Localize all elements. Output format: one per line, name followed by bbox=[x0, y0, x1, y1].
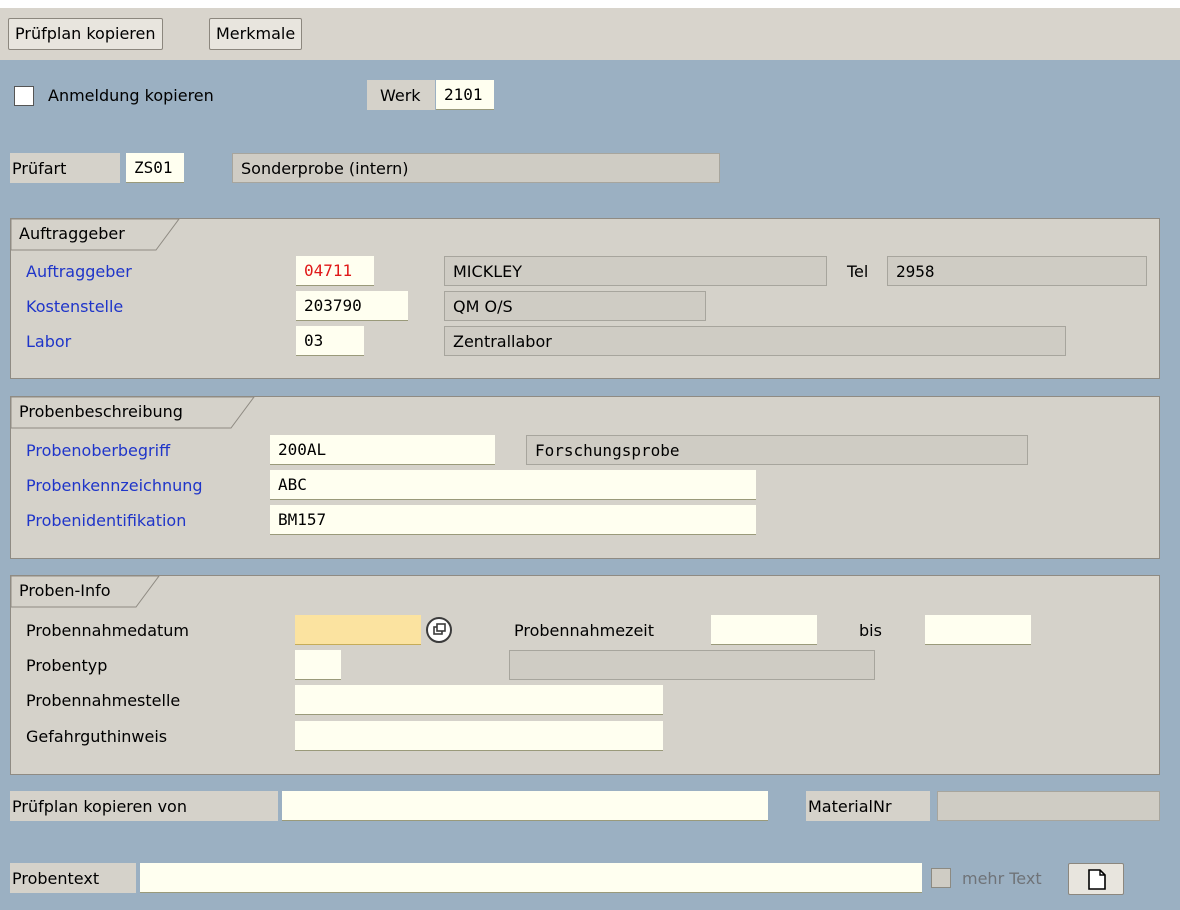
proben-info-group-title: Proben-Info bbox=[19, 581, 111, 600]
gefahrguthinweis-label: Gefahrguthinweis bbox=[26, 727, 168, 746]
bis-label: bis bbox=[859, 621, 882, 640]
application-toolbar: Prüfplan kopieren Merkmale bbox=[0, 8, 1180, 61]
pruefplan-kopieren-button[interactable]: Prüfplan kopieren bbox=[8, 18, 163, 50]
bis-input[interactable] bbox=[925, 615, 1031, 645]
pruefplan-kopieren-von-input[interactable] bbox=[282, 791, 768, 821]
dynpro-area: Anmeldung kopieren Werk 2101 Prüfart ZS0… bbox=[0, 60, 1180, 910]
probentext-label: Probentext bbox=[12, 869, 100, 888]
proben-info-group: Proben-Info Probennahmedatum Probennahme… bbox=[10, 575, 1160, 775]
auftraggeber-group-title: Auftraggeber bbox=[19, 224, 125, 243]
probenkennzeichnung-label[interactable]: Probenkennzeichnung bbox=[26, 471, 203, 501]
kostenstelle-input[interactable]: 203790 bbox=[296, 291, 408, 321]
anmeldung-kopieren-checkbox[interactable] bbox=[14, 86, 34, 106]
werk-label: Werk bbox=[380, 86, 421, 105]
new-document-icon bbox=[1088, 869, 1106, 890]
probenidentifikation-input[interactable]: BM157 bbox=[270, 505, 756, 535]
probenoberbegriff-text: Forschungsprobe bbox=[526, 435, 1028, 465]
probentyp-label: Probentyp bbox=[26, 656, 108, 675]
probennahmezeit-input[interactable] bbox=[711, 615, 817, 645]
anmeldung-kopieren-label: Anmeldung kopieren bbox=[48, 86, 214, 105]
materialnr-label: MaterialNr bbox=[808, 797, 892, 816]
auftraggeber-input[interactable]: 04711 bbox=[296, 256, 374, 286]
probenbeschreibung-group: Probenbeschreibung Probenoberbegriff 200… bbox=[10, 396, 1160, 559]
probentext-input[interactable] bbox=[140, 863, 922, 893]
new-document-button[interactable] bbox=[1068, 863, 1124, 895]
auftraggeber-label[interactable]: Auftraggeber bbox=[26, 257, 132, 287]
auftraggeber-name: MICKLEY bbox=[444, 256, 827, 286]
probennahmedatum-label: Probennahmedatum bbox=[26, 621, 189, 640]
sap-screen: Prüfplan kopieren Merkmale Anmeldung kop… bbox=[0, 0, 1180, 910]
kostenstelle-label[interactable]: Kostenstelle bbox=[26, 292, 123, 322]
labor-label[interactable]: Labor bbox=[26, 327, 71, 357]
tel-label: Tel bbox=[847, 262, 869, 281]
auftraggeber-group: Auftraggeber Auftraggeber 04711 MICKLEY … bbox=[10, 218, 1160, 379]
probentyp-text bbox=[509, 650, 875, 680]
mehr-text-checkbox bbox=[931, 868, 951, 888]
pruefart-label: Prüfart bbox=[12, 159, 67, 178]
merkmale-button[interactable]: Merkmale bbox=[209, 18, 303, 50]
probenoberbegriff-label[interactable]: Probenoberbegriff bbox=[26, 436, 170, 466]
probentyp-input[interactable] bbox=[295, 650, 341, 680]
labor-text: Zentrallabor bbox=[444, 326, 1066, 356]
pruefart-input[interactable]: ZS01 bbox=[126, 153, 184, 183]
probenbeschreibung-group-title: Probenbeschreibung bbox=[19, 402, 183, 421]
tel-value: 2958 bbox=[887, 256, 1147, 286]
labor-input[interactable]: 03 bbox=[296, 326, 364, 356]
probennahmestelle-input[interactable] bbox=[295, 685, 663, 715]
probenoberbegriff-input[interactable]: 200AL bbox=[270, 435, 495, 465]
value-help-icon[interactable] bbox=[425, 616, 453, 644]
pruefart-text: Sonderprobe (intern) bbox=[232, 153, 720, 183]
probenidentifikation-label[interactable]: Probenidentifikation bbox=[26, 506, 186, 536]
materialnr-value bbox=[937, 791, 1160, 821]
kostenstelle-text: QM O/S bbox=[444, 291, 706, 321]
werk-input[interactable]: 2101 bbox=[436, 80, 494, 110]
probennahmedatum-input[interactable] bbox=[295, 615, 421, 645]
gefahrguthinweis-input[interactable] bbox=[295, 721, 663, 751]
probennahmestelle-label: Probennahmestelle bbox=[26, 691, 181, 710]
mehr-text-label: mehr Text bbox=[962, 869, 1042, 888]
probennahmezeit-label: Probennahmezeit bbox=[514, 621, 654, 640]
pruefplan-kopieren-von-label: Prüfplan kopieren von bbox=[12, 797, 187, 816]
probenkennzeichnung-input[interactable]: ABC bbox=[270, 470, 756, 500]
